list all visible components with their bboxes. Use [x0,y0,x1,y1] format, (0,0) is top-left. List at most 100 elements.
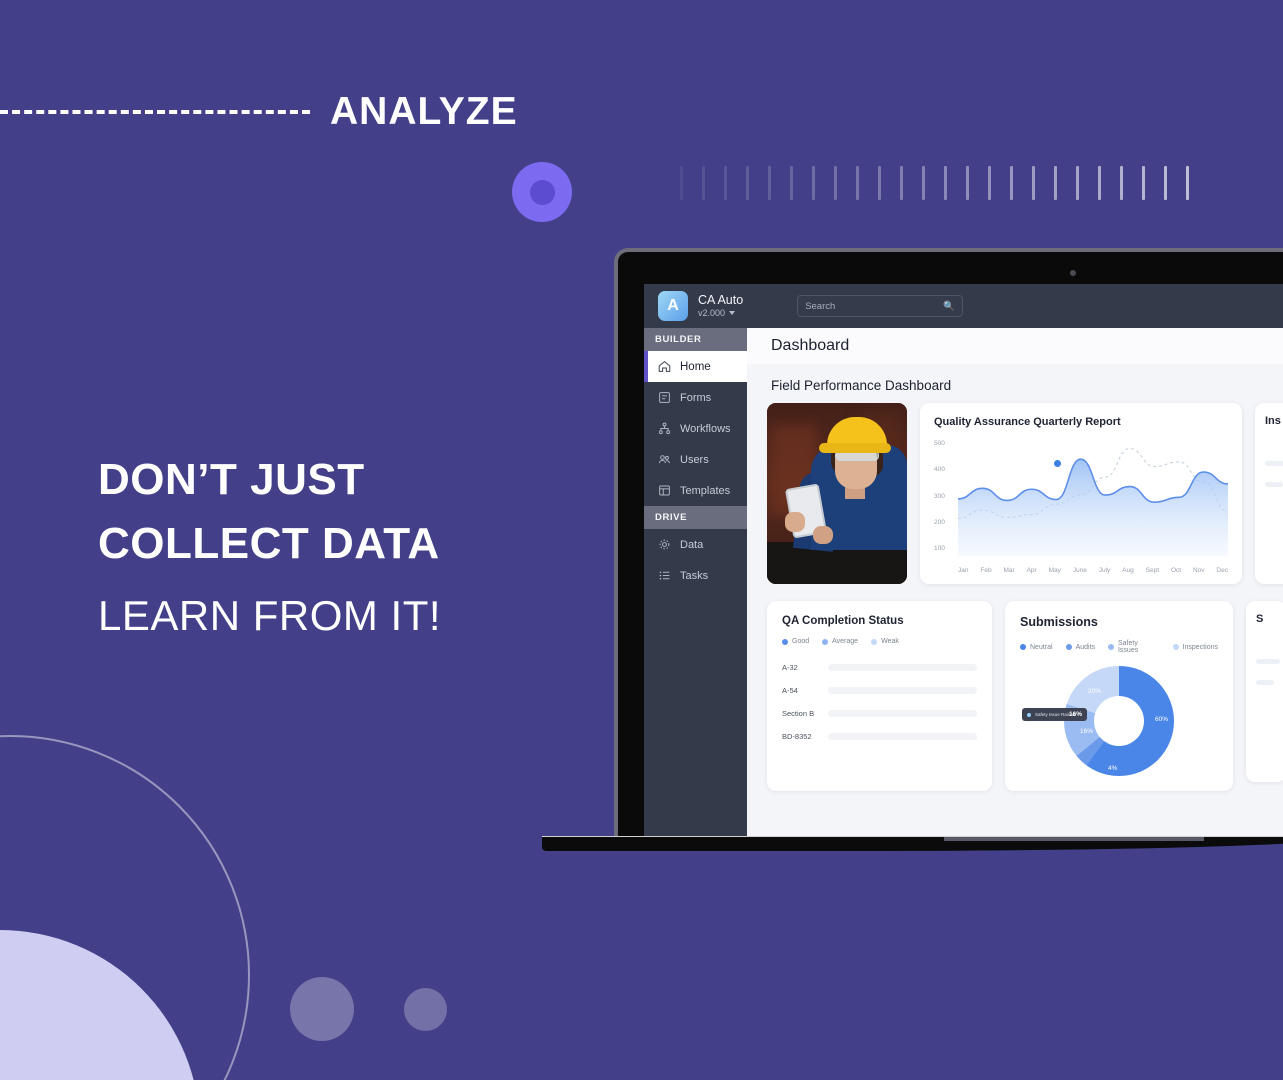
qa-completion-status-card: QA Completion Status Good Average Weak A-3… [767,601,992,791]
tooltip-dot [1027,712,1031,717]
legend-item: Average [822,638,858,645]
tick-mark [1164,166,1167,200]
sidebar-item-label: Forms [680,391,712,404]
brand-block: CA Auto v2.000 [698,293,743,319]
laptop-mockup: A CA Auto v2.000 Search 🔍 v2.0 [542,248,1283,858]
tick-mark [878,166,881,200]
legend-label: Good [792,638,810,645]
dashed-rule [0,110,310,114]
x-tick: May [1048,567,1061,574]
decor-circle-large [290,977,354,1041]
x-axis-labels: Jan Feb Mar Apr May June July Aug Sept Oct Nov Dec [958,567,1228,574]
sidebar: BUILDER Home Forms Workflows Users Templ… [644,328,747,836]
brand-version-label: v2.000 [698,308,726,318]
worker-photo-card [767,403,907,584]
legend-label: Audits [1075,643,1096,651]
tick-mark [922,166,925,200]
chart-legend: Neutral Audits Safety Issues Inspections [1020,640,1218,654]
tick-mark [1032,166,1035,200]
sidebar-group-builder: BUILDER [644,328,747,351]
second-card-partial: S [1246,601,1283,782]
legend-label: Inspections [1182,643,1218,651]
workflows-icon [658,422,671,435]
bar-row: BD-8352 [782,732,977,741]
legend-item: Safety Issues [1108,640,1160,654]
x-tick: Dec [1216,567,1228,574]
headline-line-3: LEARN FROM IT! [98,592,442,639]
brand-version-selector[interactable]: v2.000 [698,307,743,319]
legend-label: Weak [881,638,899,645]
legend-dot [1108,644,1114,650]
tick-mark [966,166,969,200]
search-input[interactable]: Search 🔍 [797,295,964,317]
data-icon [658,538,671,551]
legend-label: Neutral [1030,643,1053,651]
legend-label: Average [832,638,859,645]
sidebar-item-workflows[interactable]: Workflows [644,413,747,444]
search-placeholder: Search [805,300,836,312]
search-icon: 🔍 [943,300,956,312]
sidebar-item-label: Data [680,538,704,551]
sidebar-item-forms[interactable]: Forms [644,382,747,413]
y-tick: 500 [934,440,945,447]
sidebar-item-label: Templates [680,484,731,497]
inspections-card-partial: Ins [1255,403,1283,584]
bar-label: Section B [782,709,815,718]
legend-label: Safety Issues [1117,640,1139,654]
bar-label: BD-8352 [782,732,812,741]
sidebar-item-home[interactable]: Home [644,351,747,382]
tick-mark [900,166,903,200]
donut-chart: 60% 4% 16% 20% Safety Issue Raised 16% [1022,666,1174,776]
chart-svg [957,447,1229,556]
decor-arc-outline [0,735,250,1080]
donut-hole [1094,696,1144,746]
tick-mark [1142,166,1145,200]
chart-title: Submissions [1020,615,1098,629]
legend-dot [1172,644,1179,650]
tick-mark [746,166,749,200]
x-tick: Sept [1145,567,1160,574]
legend-dot [782,638,788,645]
tick-mark [702,166,705,200]
templates-icon [658,484,671,497]
sidebar-item-data[interactable]: Data [644,529,747,560]
chart-title: QA Completion Status [782,615,904,627]
bar-row: Section B [782,709,977,718]
x-tick: Feb [980,567,992,574]
tick-mark [1098,166,1101,200]
chart-legend: Good Average Weak [782,638,977,645]
section-title: Field Performance Dashboard [771,378,952,393]
chart-tooltip: Safety Issue Raised 16% [1022,708,1088,721]
y-tick: 100 [934,545,945,552]
x-tick: Apr [1026,567,1037,574]
qa-quarterly-report-card: Quality Assurance Quarterly Report 500 40… [920,403,1242,584]
legend-dot [1065,644,1072,650]
sidebar-item-templates[interactable]: Templates [644,475,747,506]
tick-mark [856,166,859,200]
legend-item: Neutral [1020,640,1053,654]
tick-mark [812,166,815,200]
y-tick: 400 [934,466,945,474]
main-content: Dashboard Field Performance Dashboard Qu… [747,328,1283,836]
slice-label-safety: 16% [1080,728,1094,735]
sidebar-item-label: Users [680,453,709,466]
app-body: BUILDER Home Forms Workflows Users Templ… [644,328,1283,836]
legend-item: Inspections [1172,640,1218,654]
bar-row: A-54 [782,686,977,695]
dashboard-row-2: QA Completion Status Good Average Weak A-3… [747,584,1283,791]
tick-marks [680,166,1208,200]
chart-highlight-point[interactable] [1053,459,1062,468]
headline: DON’T JUST COLLECT DATA LEARN FROM IT! [98,448,441,648]
sidebar-item-tasks[interactable]: Tasks [644,560,747,591]
laptop-notch [944,837,1204,841]
slice-label-neutral: 60% [1154,716,1168,723]
tick-mark [1076,166,1079,200]
top-banner: ANALYZE [0,80,1283,222]
sidebar-item-users[interactable]: Users [644,444,747,475]
app-header: A CA Auto v2.000 Search 🔍 v2.0 [644,284,1283,328]
dashboard-row-1: Quality Assurance Quarterly Report 500 40… [747,403,1283,584]
y-tick: 200 [934,518,945,526]
bar-track [828,710,977,717]
x-tick: June [1072,567,1087,574]
tick-mark [1120,166,1123,200]
